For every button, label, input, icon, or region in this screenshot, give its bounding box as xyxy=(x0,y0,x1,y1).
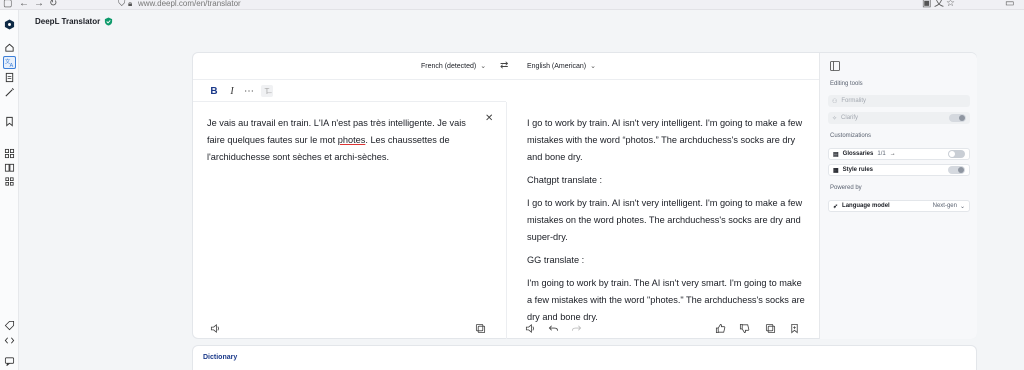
chevron-down-icon: ⌄ xyxy=(480,63,487,70)
glossaries-option[interactable]: ▤ Glossaries 1/1 → xyxy=(828,148,970,160)
customizations-heading: Customizations xyxy=(830,133,872,139)
translation-output[interactable]: I go to work by train. AI isn't very int… xyxy=(527,115,805,332)
glossary-book-icon: ▤ xyxy=(833,151,839,158)
target-language-select[interactable]: English (American) ⌄ xyxy=(527,62,597,71)
copy-source-icon[interactable] xyxy=(475,321,486,334)
app-title-text: DeepL Translator xyxy=(35,17,101,26)
address-bar[interactable]: www.deepl.com/en/translator xyxy=(138,0,241,9)
italic-button[interactable]: I xyxy=(226,85,238,97)
code-icon[interactable] xyxy=(3,334,16,347)
apps-icon[interactable] xyxy=(3,147,16,160)
translation-paragraph: GG translate : xyxy=(527,255,585,265)
powered-by-heading: Powered by xyxy=(830,185,862,191)
style-rules-option[interactable]: ▦ Style rules xyxy=(828,164,970,176)
pricing-tag-icon[interactable] xyxy=(3,319,16,332)
listen-source-icon[interactable] xyxy=(210,321,221,334)
listen-translation-icon[interactable] xyxy=(525,321,536,334)
source-language-label: French (detected) xyxy=(421,62,477,70)
write-icon[interactable] xyxy=(3,86,16,99)
style-rules-icon: ▦ xyxy=(833,167,839,174)
left-rail: 文A xyxy=(0,10,19,370)
bookmark-star-icon[interactable]: ☆ xyxy=(946,0,955,9)
side-panel: Editing tools ⚇ Formality ✧ Clarify Cust… xyxy=(819,53,977,339)
reload-icon[interactable]: ↻ xyxy=(49,0,57,9)
formality-icon: ⚇ xyxy=(832,98,838,105)
chat-icon[interactable] xyxy=(3,355,16,368)
glossaries-toggle[interactable] xyxy=(948,150,965,158)
thumbs-up-icon[interactable] xyxy=(715,321,726,334)
style-rules-label: Style rules xyxy=(842,167,874,173)
more-options-icon[interactable]: ⋯ xyxy=(243,85,255,97)
chevron-down-icon: ⌄ xyxy=(959,203,965,210)
chevron-down-icon: ⌄ xyxy=(590,63,597,70)
misspelled-word[interactable]: photes xyxy=(338,135,366,145)
saved-bookmark-icon[interactable] xyxy=(3,115,16,128)
language-model-value: Next-gen xyxy=(932,203,957,209)
deepl-logo-icon[interactable] xyxy=(3,18,16,31)
dictionary-label: Dictionary xyxy=(203,354,238,361)
translator-card: French (detected) ⌄ ⇄ English (American)… xyxy=(192,52,977,339)
format-toolbar: B I ⋯ T̶ xyxy=(193,80,506,102)
app-title: DeepL Translator xyxy=(35,17,113,26)
picture-in-picture-icon[interactable]: ▣ xyxy=(922,0,931,9)
clarify-option[interactable]: ✧ Clarify xyxy=(828,112,970,124)
formality-option[interactable]: ⚇ Formality xyxy=(828,95,970,107)
browser-toolbar: ▢ ← → ↻ ⛉ 🔒︎ www.deepl.com/en/translator… xyxy=(0,0,1024,10)
translate-page-icon[interactable]: 文 xyxy=(934,0,944,9)
back-icon[interactable]: ← xyxy=(19,0,29,9)
style-rules-toggle[interactable] xyxy=(948,166,965,174)
svg-text:A: A xyxy=(10,63,14,68)
extensions-icon[interactable]: ▭ xyxy=(1005,0,1014,9)
swap-languages-icon[interactable]: ⇄ xyxy=(500,60,508,71)
translation-paragraph: I go to work by train. AI isn't very int… xyxy=(527,118,803,162)
document-icon[interactable] xyxy=(3,71,16,84)
dictionary-card[interactable]: Dictionary xyxy=(192,345,977,370)
glossary-icon[interactable] xyxy=(3,175,16,188)
target-language-label: English (American) xyxy=(527,62,587,70)
source-text-input[interactable]: Je vais au travail en train. L'IA n'est … xyxy=(207,115,477,166)
sidebar-toggle-icon[interactable]: ▢ xyxy=(3,0,12,9)
book-icon[interactable] xyxy=(3,161,16,174)
clear-formatting-icon[interactable]: T̶ xyxy=(261,85,273,97)
editing-tools-heading: Editing tools xyxy=(830,81,863,87)
translation-paragraph: Chatgpt translate : xyxy=(527,175,603,185)
home-icon[interactable] xyxy=(3,41,16,54)
translation-paragraph: I'm going to work by train. The AI isn't… xyxy=(527,278,805,322)
clarify-icon: ✧ xyxy=(832,115,838,122)
panel-divider xyxy=(506,102,507,339)
undo-icon[interactable] xyxy=(548,321,559,332)
forward-icon[interactable]: → xyxy=(34,0,44,9)
formality-label: Formality xyxy=(841,98,867,104)
source-language-select[interactable]: French (detected) ⌄ xyxy=(421,62,487,71)
redo-icon[interactable] xyxy=(571,321,582,332)
shield-icon[interactable]: ⛉ xyxy=(118,0,126,9)
translation-paragraph: I go to work by train. AI isn't very int… xyxy=(527,198,803,242)
translator-icon[interactable]: 文A xyxy=(3,56,16,69)
language-model-label: Language model xyxy=(842,203,890,209)
language-model-option[interactable]: ➶ Language model Next-gen ⌄ xyxy=(828,200,970,212)
clarify-toggle[interactable] xyxy=(949,114,966,122)
save-translation-icon[interactable] xyxy=(789,321,800,334)
clear-text-icon[interactable]: ✕ xyxy=(485,113,493,124)
bold-button[interactable]: B xyxy=(208,85,220,97)
glossaries-label: Glossaries xyxy=(842,151,874,157)
copy-translation-icon[interactable] xyxy=(765,321,776,334)
lock-icon: 🔒︎ xyxy=(128,0,133,8)
language-bar: French (detected) ⌄ ⇄ English (American)… xyxy=(193,53,819,80)
glossaries-count: 1/1 xyxy=(877,151,886,157)
arrow-right-icon: → xyxy=(889,151,896,157)
thumbs-down-icon[interactable] xyxy=(739,321,750,334)
rocket-icon: ➶ xyxy=(833,203,839,210)
clarify-label: Clarify xyxy=(841,115,859,121)
verified-badge-icon xyxy=(105,17,113,26)
panel-toggle-icon[interactable] xyxy=(830,61,840,71)
